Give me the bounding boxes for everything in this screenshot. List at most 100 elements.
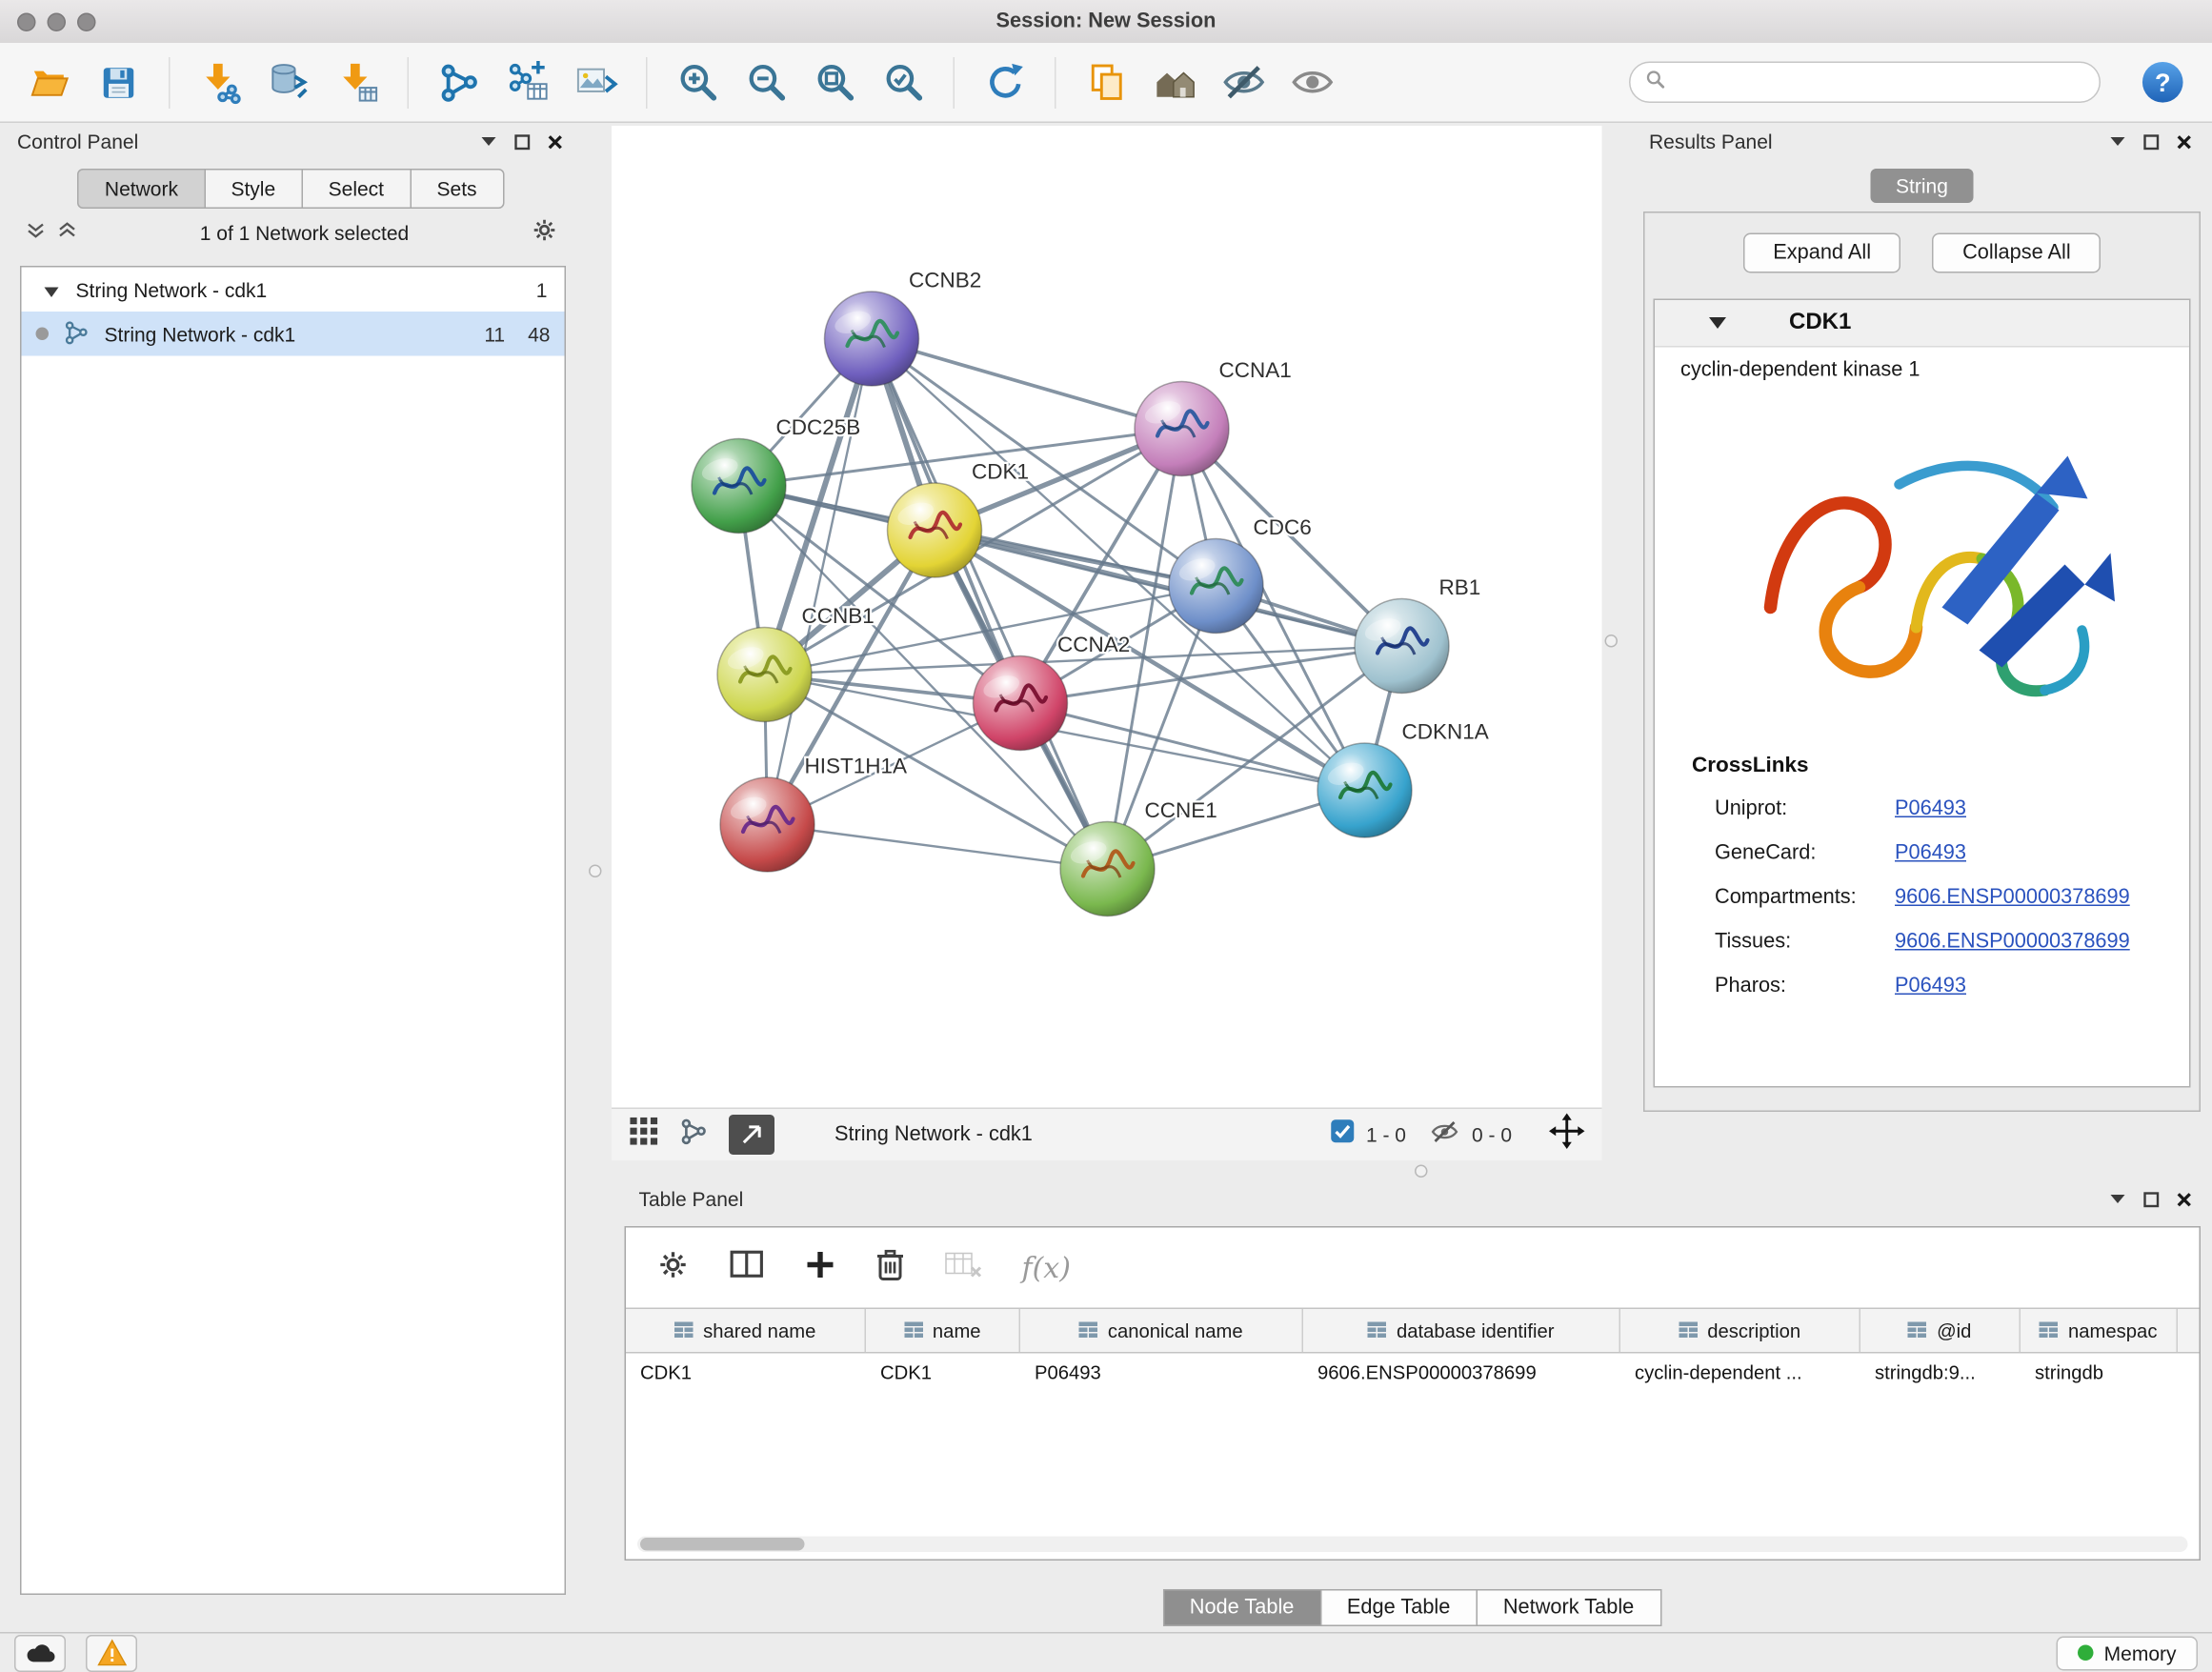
delete-column-trash-icon[interactable]	[876, 1247, 905, 1289]
help-icon[interactable]: ?	[2135, 53, 2189, 111]
tab-network-table[interactable]: Network Table	[1476, 1589, 1660, 1626]
tab-node-table[interactable]: Node Table	[1162, 1589, 1321, 1626]
close-panel-icon[interactable]	[2177, 1191, 2193, 1207]
eye-slash-icon[interactable]	[1217, 53, 1271, 111]
column-header-namespac[interactable]: namespac	[2021, 1309, 2178, 1352]
column-header--id[interactable]: @id	[1860, 1309, 2021, 1352]
refresh-icon[interactable]	[977, 53, 1032, 111]
tab-edge-table[interactable]: Edge Table	[1319, 1589, 1477, 1626]
maximize-window-icon[interactable]	[77, 12, 96, 31]
tab-network[interactable]: Network	[77, 169, 205, 209]
expand-all-icon[interactable]	[57, 220, 77, 246]
tab-style[interactable]: Style	[204, 169, 303, 209]
move-crosshair-icon[interactable]	[1549, 1114, 1585, 1157]
column-header-canonical-name[interactable]: canonical name	[1020, 1309, 1303, 1352]
crosslink-link[interactable]: P06493	[1895, 841, 1966, 864]
selected-nodes-checkbox-icon[interactable]	[1330, 1119, 1355, 1151]
graph-node-cdc25b[interactable]	[692, 439, 786, 534]
graph-node-hist1h1a[interactable]	[720, 777, 814, 872]
network-row[interactable]: String Network - cdk1 11 48	[22, 312, 565, 356]
node-section-header[interactable]: CDK1	[1655, 300, 2189, 348]
table-cell[interactable]: CDK1	[866, 1362, 1020, 1384]
zoom-out-icon[interactable]	[739, 53, 794, 111]
search-field[interactable]	[1675, 71, 2085, 95]
network-graph[interactable]: CCNB2CCNA1CDC25BCDK1CDC6RB1CCNB1CCNA2CDK…	[612, 126, 1602, 1108]
crosslink-link[interactable]: 9606.ENSP00000378699	[1895, 930, 2130, 953]
table-cell[interactable]: cyclin-dependent ...	[1620, 1362, 1860, 1384]
table-row[interactable]: CDK1CDK1P064939606.ENSP00000378699cyclin…	[626, 1354, 2200, 1393]
add-column-icon[interactable]	[805, 1248, 836, 1287]
zoom-selected-icon[interactable]	[876, 53, 931, 111]
close-window-icon[interactable]	[17, 12, 36, 31]
graph-edge[interactable]	[1020, 703, 1365, 791]
expand-all-button[interactable]: Expand All	[1743, 233, 1901, 273]
graph-node-ccna2[interactable]	[974, 656, 1068, 751]
export-network-icon[interactable]	[500, 53, 554, 111]
new-network-icon[interactable]	[432, 53, 486, 111]
zoom-fit-icon[interactable]	[808, 53, 862, 111]
graph-node-cdc6[interactable]	[1169, 539, 1263, 634]
collapse-all-icon[interactable]	[26, 220, 46, 246]
memory-button[interactable]: Memory	[2057, 1636, 2198, 1670]
zoom-in-icon[interactable]	[671, 53, 725, 111]
share-view-icon[interactable]	[679, 1117, 710, 1154]
table-cell[interactable]: stringdb	[2021, 1362, 2178, 1384]
network-collection-row[interactable]: String Network - cdk1 1	[22, 268, 565, 312]
graph-edge[interactable]	[935, 531, 1402, 647]
graph-edge[interactable]	[768, 825, 1108, 870]
crosslink-link[interactable]: P06493	[1895, 974, 1966, 997]
import-table-file-icon[interactable]	[331, 53, 385, 111]
table-cell[interactable]: 9606.ENSP00000378699	[1303, 1362, 1620, 1384]
graph-edge[interactable]	[872, 339, 1108, 870]
graph-node-ccnb1[interactable]	[717, 628, 812, 722]
birdseye-view-icon[interactable]	[729, 1115, 774, 1155]
maximize-panel-icon[interactable]	[2143, 133, 2160, 150]
graph-node-rb1[interactable]	[1355, 599, 1449, 694]
house-icon[interactable]	[1148, 53, 1202, 111]
collapse-all-button[interactable]: Collapse All	[1933, 233, 2101, 273]
close-panel-icon[interactable]	[2177, 133, 2193, 150]
column-header-description[interactable]: description	[1620, 1309, 1860, 1352]
splitter-handle[interactable]	[1415, 1165, 1428, 1178]
float-panel-icon[interactable]	[2109, 136, 2126, 148]
import-network-database-icon[interactable]	[262, 53, 316, 111]
minimize-window-icon[interactable]	[48, 12, 67, 31]
splitter-handle[interactable]	[1605, 635, 1619, 648]
crosslink-link[interactable]: 9606.ENSP00000378699	[1895, 885, 2130, 908]
graph-edge[interactable]	[872, 339, 1182, 430]
window-controls[interactable]	[17, 0, 96, 43]
cloud-icon[interactable]	[14, 1634, 66, 1671]
hidden-eye-slash-icon[interactable]	[1429, 1117, 1460, 1153]
disclosure-triangle-icon[interactable]	[1709, 311, 1726, 336]
table-cell[interactable]: CDK1	[626, 1362, 866, 1384]
table-cell[interactable]: stringdb:9...	[1860, 1362, 2021, 1384]
close-panel-icon[interactable]	[548, 133, 564, 150]
export-image-icon[interactable]	[569, 53, 623, 111]
column-header-shared-name[interactable]: shared name	[626, 1309, 866, 1352]
float-panel-icon[interactable]	[480, 136, 497, 148]
eye-icon[interactable]	[1285, 53, 1339, 111]
scrollbar-thumb[interactable]	[640, 1538, 805, 1551]
graph-node-ccna1[interactable]	[1135, 382, 1229, 476]
search-input[interactable]	[1629, 62, 2101, 104]
column-header-database-identifier[interactable]: database identifier	[1303, 1309, 1620, 1352]
graph-node-cdkn1a[interactable]	[1317, 743, 1412, 837]
graph-edge[interactable]	[768, 339, 873, 825]
tab-string[interactable]: String	[1870, 169, 1974, 203]
tab-sets[interactable]: Sets	[410, 169, 504, 209]
network-view[interactable]: CCNB2CCNA1CDC25BCDK1CDC6RB1CCNB1CCNA2CDK…	[612, 126, 1602, 1160]
column-header-name[interactable]: name	[866, 1309, 1020, 1352]
graph-node-ccne1[interactable]	[1060, 822, 1155, 917]
crosslink-link[interactable]: P06493	[1895, 796, 1966, 819]
disclosure-triangle-icon[interactable]	[45, 278, 59, 301]
graph-node-ccnb2[interactable]	[825, 292, 919, 386]
warning-icon[interactable]	[86, 1634, 137, 1671]
float-panel-icon[interactable]	[2109, 1194, 2126, 1205]
show-columns-icon[interactable]	[729, 1248, 765, 1288]
table-cell[interactable]: P06493	[1020, 1362, 1303, 1384]
maximize-panel-icon[interactable]	[514, 133, 531, 150]
graph-node-cdk1[interactable]	[888, 483, 982, 577]
grid-view-icon[interactable]	[629, 1117, 659, 1154]
maximize-panel-icon[interactable]	[2143, 1191, 2160, 1207]
import-network-file-icon[interactable]	[193, 53, 248, 111]
